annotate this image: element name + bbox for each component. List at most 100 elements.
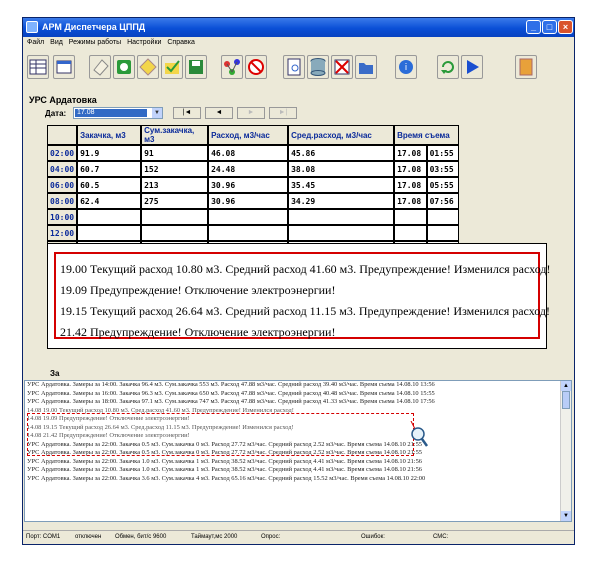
table-cell[interactable]: 01:55 — [426, 145, 460, 161]
log-line: УРС Ардатовка. Замеры за 22:00. Закачка … — [27, 474, 426, 482]
table-cell[interactable] — [208, 225, 289, 241]
title-bar: АРМ Диспетчера ЦППД _ □ × — [23, 18, 574, 37]
warning-line: 19.15 Текущий расход 26.64 м3. Средний р… — [60, 304, 551, 318]
check-folder-icon[interactable] — [161, 55, 183, 79]
grid-view-icon[interactable] — [27, 55, 49, 79]
diamond-icon[interactable] — [137, 55, 159, 79]
log-scrollbar[interactable]: ▲ ▼ — [560, 381, 571, 521]
table-cell[interactable]: 91.9 — [77, 145, 142, 161]
table-cell[interactable] — [77, 209, 142, 225]
info-icon[interactable]: i — [395, 55, 417, 79]
row-time: 02:00 — [47, 145, 78, 161]
green-record-icon[interactable] — [113, 55, 135, 79]
table-cell[interactable] — [141, 225, 209, 241]
footer-label: За — [50, 369, 60, 378]
table-cell[interactable]: 60.7 — [77, 161, 142, 177]
document-search-icon[interactable] — [283, 55, 305, 79]
table-cell[interactable]: 07:56 — [426, 193, 460, 209]
cancel-icon[interactable] — [331, 55, 353, 79]
network-icon[interactable] — [221, 55, 243, 79]
table-cell[interactable]: 03:55 — [426, 161, 460, 177]
table-cell[interactable]: 60.5 — [77, 177, 142, 193]
table-cell[interactable]: 45.86 — [288, 145, 395, 161]
table-cell[interactable]: 17.08 — [394, 193, 427, 209]
table-cell[interactable]: 17.08 — [394, 145, 427, 161]
table-cell[interactable]: 46.08 — [208, 145, 289, 161]
table-cell[interactable] — [394, 209, 427, 225]
maximize-button[interactable]: □ — [542, 20, 557, 34]
window-icon[interactable] — [53, 55, 75, 79]
table-cell[interactable]: 05:55 — [426, 177, 460, 193]
table-cell[interactable] — [288, 225, 395, 241]
log-line: УРС Ардатовка. Замеры за 14:00. Закачка … — [27, 381, 435, 388]
status-timeout: Таймаут,мс 2000 — [191, 534, 238, 540]
table-cell[interactable]: 17.08 — [394, 161, 427, 177]
log-line: УРС Ардатовка. Замеры за 22:00. Закачка … — [27, 466, 422, 473]
menu-settings[interactable]: Настройки — [127, 39, 161, 46]
table-cell[interactable]: 213 — [141, 177, 209, 193]
warning-callout: 19.00 Текущий расход 10.80 м3. Средний р… — [47, 243, 551, 349]
table-corner — [47, 125, 78, 145]
table-cell[interactable] — [426, 209, 460, 225]
menu-file[interactable]: Файл — [27, 39, 44, 46]
scroll-down-icon[interactable]: ▼ — [561, 511, 571, 521]
database-icon[interactable] — [307, 55, 329, 79]
play-icon[interactable] — [461, 55, 483, 79]
table-cell[interactable]: 275 — [141, 193, 209, 209]
status-state: отключен — [75, 534, 102, 540]
table-row[interactable]: 08:00 62.4 275 30.96 34.29 17.08 07:56 — [47, 193, 460, 209]
table-row[interactable]: 06:00 60.5 213 30.96 35.45 17.08 05:55 — [47, 177, 460, 193]
scroll-up-icon[interactable]: ▲ — [561, 381, 571, 391]
table-cell[interactable]: 24.48 — [208, 161, 289, 177]
eraser-icon[interactable] — [89, 55, 111, 79]
status-poll: Опрос: — [261, 534, 281, 540]
toolbar: i — [23, 51, 574, 89]
scroll-thumb[interactable] — [562, 391, 570, 409]
table-header-row: Закачка, м3 Сум.закачка, м3 Расход, м3/ч… — [47, 125, 460, 145]
window-title: АРМ Диспетчера ЦППД — [42, 22, 146, 32]
table-cell[interactable] — [77, 225, 142, 241]
menu-modes[interactable]: Режимы работы — [69, 39, 121, 46]
table-cell[interactable]: 62.4 — [77, 193, 142, 209]
close-button[interactable]: × — [558, 20, 573, 34]
menu-help[interactable]: Справка — [167, 39, 194, 46]
chevron-down-icon[interactable]: ▼ — [152, 108, 162, 118]
table-cell[interactable]: 30.96 — [208, 193, 289, 209]
table-cell[interactable]: 91 — [141, 145, 209, 161]
folder-icon[interactable] — [355, 55, 377, 79]
status-errors: Ошибок: — [361, 534, 385, 540]
row-time: 06:00 — [47, 177, 78, 193]
table-cell[interactable]: 34.29 — [288, 193, 395, 209]
table-cell[interactable]: 17.08 — [394, 177, 427, 193]
table-cell[interactable] — [208, 209, 289, 225]
menu-view[interactable]: Вид — [50, 39, 63, 46]
date-select[interactable]: 17.08 ▼ — [73, 107, 163, 119]
table-cell[interactable]: 38.08 — [288, 161, 395, 177]
table-cell[interactable] — [394, 225, 427, 241]
exit-icon[interactable] — [515, 55, 537, 79]
row-time: 08:00 — [47, 193, 78, 209]
nav-first-button[interactable]: |◄ — [173, 107, 201, 119]
svg-text:i: i — [405, 63, 408, 73]
save-icon[interactable] — [185, 55, 207, 79]
status-bar: Порт: COM1 отключен Обмен, бит/с 9600 Та… — [23, 530, 574, 544]
no-entry-icon[interactable] — [245, 55, 267, 79]
table-row[interactable]: 10:00 — [47, 209, 460, 225]
nav-next-button[interactable]: ► — [237, 107, 265, 119]
table-row[interactable]: 12:00 — [47, 225, 460, 241]
table-row[interactable]: 04:00 60.7 152 24.48 38.08 17.08 03:55 — [47, 161, 460, 177]
event-log[interactable]: УРС Ардатовка. Замеры за 14:00. Закачка … — [24, 380, 572, 522]
table-cell[interactable]: 152 — [141, 161, 209, 177]
column-header: Сум.закачка, м3 — [141, 125, 209, 145]
table-cell[interactable] — [288, 209, 395, 225]
nav-prev-button[interactable]: ◄ — [205, 107, 233, 119]
table-cell[interactable] — [141, 209, 209, 225]
table-row[interactable]: 02:00 91.9 91 46.08 45.86 17.08 01:55 — [47, 145, 460, 161]
refresh-icon[interactable] — [437, 55, 459, 79]
nav-last-button[interactable]: ►| — [269, 107, 297, 119]
minimize-button[interactable]: _ — [526, 20, 541, 34]
table-cell[interactable]: 35.45 — [288, 177, 395, 193]
table-cell[interactable]: 30.96 — [208, 177, 289, 193]
station-title: УРС Ардатовка — [29, 95, 97, 105]
table-cell[interactable] — [426, 225, 460, 241]
